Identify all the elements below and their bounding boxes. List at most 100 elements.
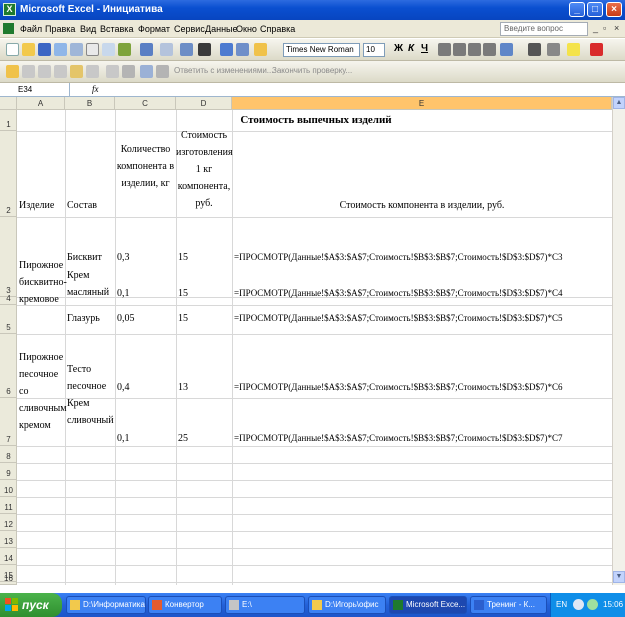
column-header-e[interactable]: E [232,97,612,110]
header-quantity-cell[interactable]: Количество компонента в изделии, кг [115,141,176,192]
row-header-4[interactable]: 4 [0,294,17,305]
header-unit-cost-cell[interactable]: Стоимость изготовления 1 кг компонента, … [176,127,233,212]
menu-help[interactable]: Справка [260,24,295,34]
font-name-select[interactable]: Times New Roman [283,43,360,57]
row-header-8[interactable]: 8 [0,446,17,463]
font-size-select[interactable]: 10 [363,43,385,57]
maximize-button[interactable]: □ [587,2,603,17]
name-box[interactable]: E34 [0,83,70,96]
quantity-cell[interactable]: 0,05 [117,310,135,327]
chart-wizard-icon[interactable] [236,43,249,56]
start-button[interactable]: пуск [0,593,62,617]
taskbar-item-word-training[interactable]: Тренинг - К... [470,596,547,614]
formula-cell[interactable]: =ПРОСМОТР(Данные!$A$3:$A$7;Стоимость!$B$… [234,310,563,327]
help-icon[interactable] [254,43,267,56]
formula-cell[interactable]: =ПРОСМОТР(Данные!$A$3:$A$7;Стоимость!$B$… [234,249,563,266]
column-header-d[interactable]: D [176,97,232,110]
sheet-title-cell[interactable]: Стоимость выпечных изделий [232,112,400,129]
print-icon[interactable] [86,43,99,56]
menu-data[interactable]: Данные [205,24,238,34]
hyperlink-icon[interactable] [180,43,193,56]
row-header-3[interactable]: 3 [0,217,17,297]
help-question-input[interactable]: Введите вопрос [500,22,588,36]
formula-cell[interactable]: =ПРОСМОТР(Данные!$A$3:$A$7;Стоимость!$B$… [234,379,563,396]
reply-with-changes-button[interactable]: Ответить с изменениями... [174,66,273,75]
row-header-16[interactable]: 16 [0,574,17,585]
review-icon-4[interactable] [54,65,67,78]
permission-icon[interactable] [54,43,67,56]
new-document-icon[interactable] [6,43,19,56]
unit-cost-cell[interactable]: 13 [178,379,188,396]
function-icon[interactable]: fx [92,84,99,94]
workbook-icon[interactable] [3,23,14,34]
workbook-minimize-icon[interactable]: _ [593,23,598,33]
align-right-icon[interactable] [468,43,481,56]
taskbar-item-folder-informatika[interactable]: D:\Информатика [66,596,146,614]
font-color-icon[interactable] [590,43,603,56]
workbook-restore-icon[interactable]: ▫ [603,23,606,33]
product-cell-1[interactable]: Пирожное бисквитно-кремовое [19,257,67,308]
row-header-7[interactable]: 7 [0,398,17,446]
autosum-icon[interactable] [198,43,211,56]
scroll-up-icon[interactable]: ▲ [613,97,625,109]
column-header-c[interactable]: C [115,97,176,110]
taskbar-item-converter[interactable]: Конвертор [148,596,222,614]
composition-cell[interactable]: Крем сливочный [67,395,115,429]
workbook-close-icon[interactable]: × [614,23,619,33]
row-header-10[interactable]: 10 [0,480,17,497]
fill-color-icon[interactable] [567,43,580,56]
header-composition-cell[interactable]: Состав [67,197,97,214]
menu-insert[interactable]: Вставка [100,24,133,34]
indent-icon[interactable] [528,43,541,56]
taskbar-item-folder-office[interactable]: D:\Игорь\офис [308,596,386,614]
composition-cell[interactable]: Бисквит [67,249,102,266]
composition-cell[interactable]: Глазурь [67,310,100,327]
composition-cell[interactable]: Крем масляный [67,267,115,301]
review-icon-8[interactable] [122,65,135,78]
print-preview-icon[interactable] [102,43,115,56]
minimize-button[interactable]: _ [569,2,585,17]
undo-icon[interactable] [140,43,153,56]
email-icon[interactable] [70,43,83,56]
quantity-cell[interactable]: 0,1 [117,285,130,302]
row-header-2[interactable]: 2 [0,131,17,217]
menu-window[interactable]: Окно [236,24,257,34]
row-header-5[interactable]: 5 [0,305,17,334]
save-icon[interactable] [38,43,51,56]
end-review-button[interactable]: Закончить проверку... [272,66,352,75]
open-folder-icon[interactable] [22,43,35,56]
vertical-scrollbar[interactable]: ▲ ▼ [612,97,625,585]
review-icon-3[interactable] [38,65,51,78]
redo-icon[interactable] [160,43,173,56]
language-indicator[interactable]: EN [556,600,567,609]
row-header-14[interactable]: 14 [0,548,17,565]
spelling-icon[interactable] [118,43,131,56]
italic-button[interactable]: К [408,43,414,54]
column-header-b[interactable]: B [65,97,115,110]
quantity-cell[interactable]: 0,3 [117,249,130,266]
merge-center-icon[interactable] [483,43,496,56]
composition-cell[interactable]: Тесто песочное [67,361,115,395]
review-icon-6[interactable] [86,65,99,78]
review-icon-9[interactable] [140,65,153,78]
borders-icon[interactable] [547,43,560,56]
review-icon-5[interactable] [70,65,83,78]
taskbar-item-excel[interactable]: Microsoft Exce... [389,596,467,614]
product-cell-2[interactable]: Пирожное песочное со сливочным кремом [19,349,67,434]
quantity-cell[interactable]: 0,1 [117,430,130,447]
quantity-cell[interactable]: 0,4 [117,379,130,396]
unit-cost-cell[interactable]: 25 [178,430,188,447]
review-icon-10[interactable] [156,65,169,78]
header-component-cost-cell[interactable]: Стоимость компонента в изделии, руб. [232,197,612,214]
tray-back-icon[interactable] [573,599,584,610]
review-icon-1[interactable] [6,65,19,78]
tray-status-icon[interactable] [587,599,598,610]
currency-icon[interactable] [500,43,513,56]
header-product-cell[interactable]: Изделие [19,197,54,214]
close-button[interactable]: × [606,2,622,17]
menu-edit[interactable]: Правка [45,24,75,34]
row-header-9[interactable]: 9 [0,463,17,480]
row-header-6[interactable]: 6 [0,334,17,398]
bold-button[interactable]: Ж [394,43,403,54]
sort-ascending-icon[interactable] [220,43,233,56]
